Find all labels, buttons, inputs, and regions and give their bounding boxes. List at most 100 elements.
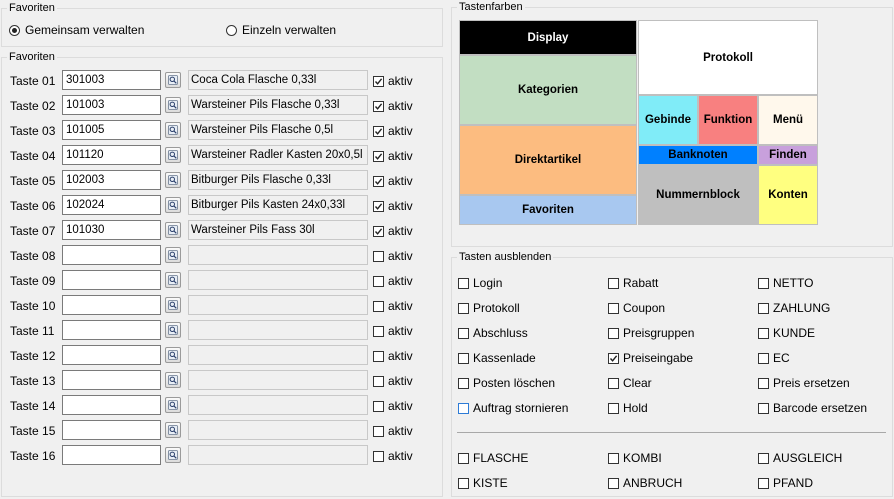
checkbox-box[interactable] [608,302,619,314]
hide-option-checkbox[interactable]: Abschluss [458,326,528,340]
favorit-code-input[interactable]: 102024 [62,195,161,215]
hide-option-checkbox[interactable]: Preiseingabe [608,351,693,365]
checkbox-box[interactable] [758,352,769,364]
favorit-search-button[interactable] [165,347,181,363]
hide-option-checkbox[interactable]: Auftrag stornieren [458,401,568,415]
favorit-search-button[interactable] [165,172,181,188]
radio-einzeln-verwalten[interactable]: Einzeln verwalten [226,23,336,37]
checkbox-box[interactable] [458,452,469,464]
favorit-code-input[interactable]: 101005 [62,120,161,140]
hide-option-checkbox[interactable]: Login [458,276,502,290]
radio-circle-einzeln[interactable] [226,24,237,36]
favorit-code-input[interactable] [62,270,161,290]
checkbox-box[interactable] [373,250,384,262]
favorit-code-input[interactable]: 101003 [62,95,161,115]
favorit-code-input[interactable]: 301003 [62,70,161,90]
hide-type-checkbox[interactable]: PFAND [758,476,813,490]
favorit-aktiv-checkbox[interactable]: aktiv [373,299,413,313]
tile-banknoten[interactable]: Banknoten [638,145,758,165]
checkbox-box[interactable] [373,225,384,237]
favorit-search-button[interactable] [165,97,181,113]
hide-option-checkbox[interactable]: EC [758,351,790,365]
favorit-search-button[interactable] [165,72,181,88]
favorit-search-button[interactable] [165,122,181,138]
favorit-code-input[interactable] [62,245,161,265]
hide-option-checkbox[interactable]: Coupon [608,301,665,315]
hide-option-checkbox[interactable]: ZAHLUNG [758,301,830,315]
checkbox-box[interactable] [608,377,619,389]
favorit-code-input[interactable] [62,370,161,390]
checkbox-box[interactable] [373,100,384,112]
favorit-search-button[interactable] [165,197,181,213]
tile-favoriten[interactable]: Favoriten [459,195,637,225]
favorit-search-button[interactable] [165,147,181,163]
favorit-code-input[interactable] [62,420,161,440]
checkbox-box[interactable] [373,275,384,287]
tile-nummernblock[interactable]: Nummernblock [638,165,758,225]
hide-type-checkbox[interactable]: FLASCHE [458,451,528,465]
checkbox-box[interactable] [373,325,384,337]
favorit-search-button[interactable] [165,222,181,238]
checkbox-box[interactable] [608,327,619,339]
checkbox-box[interactable] [758,277,769,289]
favorit-search-button[interactable] [165,322,181,338]
favorit-search-button[interactable] [165,372,181,388]
hide-option-checkbox[interactable]: Rabatt [608,276,658,290]
favorit-code-input[interactable] [62,320,161,340]
favorit-aktiv-checkbox[interactable]: aktiv [373,324,413,338]
favorit-aktiv-checkbox[interactable]: aktiv [373,149,413,163]
favorit-search-button[interactable] [165,247,181,263]
checkbox-box[interactable] [373,300,384,312]
checkbox-box[interactable] [373,200,384,212]
checkbox-box[interactable] [373,125,384,137]
favorit-code-input[interactable]: 101030 [62,220,161,240]
favorit-code-input[interactable]: 102003 [62,170,161,190]
radio-circle-gemeinsam[interactable] [9,24,20,36]
hide-option-checkbox[interactable]: Preis ersetzen [758,376,850,390]
hide-option-checkbox[interactable]: KUNDE [758,326,815,340]
tile-konten[interactable]: Konten [758,165,818,225]
hide-option-checkbox[interactable]: Posten löschen [458,376,555,390]
checkbox-box[interactable] [758,302,769,314]
tile-menue[interactable]: Menü [758,95,818,145]
checkbox-box[interactable] [458,302,469,314]
checkbox-box[interactable] [458,327,469,339]
favorit-aktiv-checkbox[interactable]: aktiv [373,199,413,213]
checkbox-box[interactable] [458,377,469,389]
favorit-aktiv-checkbox[interactable]: aktiv [373,449,413,463]
checkbox-box[interactable] [758,477,769,489]
checkbox-box[interactable] [458,352,469,364]
favorit-aktiv-checkbox[interactable]: aktiv [373,74,413,88]
hide-type-checkbox[interactable]: KOMBI [608,451,662,465]
favorit-code-input[interactable] [62,445,161,465]
checkbox-box[interactable] [458,402,469,414]
checkbox-box[interactable] [758,377,769,389]
favorit-aktiv-checkbox[interactable]: aktiv [373,374,413,388]
checkbox-box[interactable] [758,327,769,339]
checkbox-box[interactable] [608,452,619,464]
checkbox-box[interactable] [608,352,619,364]
hide-option-checkbox[interactable]: Barcode ersetzen [758,401,867,415]
favorit-aktiv-checkbox[interactable]: aktiv [373,424,413,438]
checkbox-box[interactable] [373,75,384,87]
checkbox-box[interactable] [758,452,769,464]
favorit-search-button[interactable] [165,297,181,313]
tile-direktartikel[interactable]: Direktartikel [459,125,637,195]
checkbox-box[interactable] [373,375,384,387]
hide-type-checkbox[interactable]: KISTE [458,476,508,490]
hide-option-checkbox[interactable]: NETTO [758,276,813,290]
favorit-code-input[interactable] [62,395,161,415]
hide-option-checkbox[interactable]: Kassenlade [458,351,536,365]
checkbox-box[interactable] [758,402,769,414]
checkbox-box[interactable] [373,150,384,162]
checkbox-box[interactable] [458,277,469,289]
favorit-search-button[interactable] [165,447,181,463]
checkbox-box[interactable] [373,400,384,412]
favorit-code-input[interactable] [62,295,161,315]
tile-finden[interactable]: Finden [758,145,818,165]
checkbox-box[interactable] [608,477,619,489]
favorit-search-button[interactable] [165,272,181,288]
favorit-aktiv-checkbox[interactable]: aktiv [373,349,413,363]
favorit-code-input[interactable] [62,345,161,365]
hide-option-checkbox[interactable]: Protokoll [458,301,520,315]
